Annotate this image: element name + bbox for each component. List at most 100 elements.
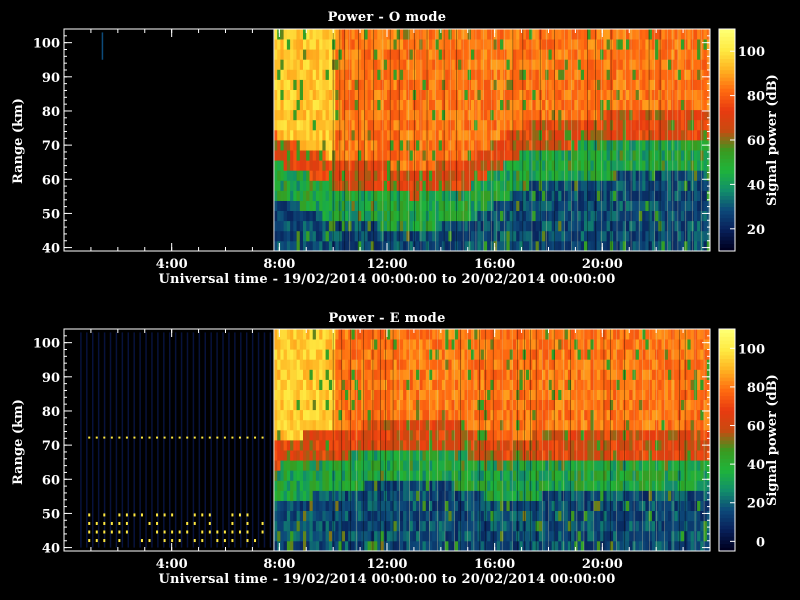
heatmap-cell [403, 540, 407, 552]
heatmap-cell [309, 399, 314, 411]
heatmap-cell [374, 29, 378, 40]
heatmap-cell [674, 150, 679, 161]
heatmap-cell [335, 200, 339, 211]
heatmap-cell [277, 490, 281, 501]
heatmap-cell [522, 59, 527, 70]
y-tick-label: 90 [42, 71, 60, 86]
heatmap-cell [328, 210, 333, 222]
heatmap-cell [500, 419, 504, 431]
heatmap-cell [429, 89, 433, 100]
heatmap-cell [422, 210, 427, 222]
heatmap-cell [500, 389, 504, 400]
heatmap-cell [619, 180, 624, 191]
heatmap-cell [283, 419, 288, 431]
heatmap-cell [377, 39, 381, 50]
heatmap-cell [341, 460, 346, 471]
heatmap-cell [564, 140, 569, 151]
heatmap-cell [354, 59, 359, 70]
heatmap-cell [668, 109, 672, 121]
heatmap-cell [377, 89, 381, 100]
heatmap-cell [513, 460, 517, 471]
colorbar-segment [719, 84, 735, 89]
heatmap-cell [377, 69, 381, 80]
heatmap-cell [425, 369, 430, 380]
heatmap-cell [603, 240, 607, 252]
heatmap-cell [351, 109, 356, 121]
heatmap-cell [319, 399, 323, 411]
heatmap-cell [600, 129, 604, 141]
heatmap-cell [338, 59, 343, 70]
heatmap-cell [383, 49, 388, 60]
heatmap-cell [590, 29, 595, 40]
heatmap-cell [309, 450, 314, 461]
heatmap-cell [367, 429, 372, 441]
heatmap-cell [490, 119, 494, 131]
heatmap-cell [626, 89, 630, 100]
heatmap-cell [490, 240, 494, 252]
heatmap-cell [500, 170, 504, 181]
heatmap-cell [412, 389, 417, 400]
heatmap-cell [480, 409, 485, 421]
heatmap-cell [522, 89, 527, 100]
heatmap-cell [406, 89, 410, 100]
heatmap-cell [393, 89, 398, 100]
heatmap-cell [283, 79, 288, 90]
heatmap-cell [464, 69, 469, 80]
heatmap-cell [403, 59, 407, 70]
heatmap-cell [461, 369, 465, 380]
heatmap-cell [312, 500, 317, 511]
heatmap-cell [567, 39, 572, 50]
heatmap-cell [700, 230, 704, 242]
heatmap-cell [341, 369, 346, 380]
heatmap-cell [293, 339, 297, 350]
heatmap-cell [341, 389, 346, 400]
heatmap-cell [564, 69, 569, 80]
heatmap-cell [293, 460, 297, 471]
heatmap-cell [635, 129, 640, 141]
heatmap-cell [406, 220, 410, 232]
heatmap-cell [325, 109, 330, 121]
heatmap-cell [500, 450, 504, 461]
heatmap-cell [668, 160, 672, 171]
heatmap-cell [332, 470, 336, 481]
heatmap-cell [383, 220, 388, 232]
heatmap-cell [290, 230, 294, 242]
heatmap-cell [467, 460, 472, 471]
heatmap-cell [312, 440, 317, 451]
heatmap-cell [645, 79, 649, 90]
heatmap-cell [464, 49, 469, 60]
heatmap-cell [661, 129, 666, 141]
heatmap-cell [483, 180, 488, 191]
heatmap-cell [306, 140, 310, 151]
heatmap-cell [306, 150, 310, 161]
heatmap-cell [487, 369, 491, 380]
heatmap-cell [319, 129, 323, 141]
heatmap-cell [332, 399, 336, 411]
heatmap-cell [532, 230, 536, 242]
heatmap-cell [461, 530, 465, 542]
heatmap-cell [312, 89, 317, 100]
heatmap-cell [509, 540, 514, 552]
heatmap-cell [555, 129, 559, 141]
heatmap-cell [374, 389, 378, 400]
heatmap-cell [545, 190, 549, 201]
colorbar-segment [719, 29, 735, 34]
heatmap-cell [290, 180, 294, 191]
heatmap-cell [580, 240, 585, 252]
heatmap-cell [322, 359, 326, 370]
heatmap-cell [293, 59, 297, 70]
heatmap-cell [341, 510, 346, 522]
heatmap-cell [567, 109, 572, 121]
heatmap-cell [296, 140, 301, 151]
heatmap-cell [432, 329, 436, 340]
heatmap-cell [403, 39, 407, 50]
heatmap-cell [412, 500, 417, 511]
heatmap-cell [322, 379, 326, 390]
heatmap-cell [303, 470, 307, 481]
heatmap-cell [477, 200, 481, 211]
heatmap-cell [584, 39, 588, 50]
heatmap-cell [590, 150, 595, 161]
heatmap-cell [396, 160, 401, 171]
heatmap-cell [574, 240, 578, 252]
heatmap-cell [525, 369, 530, 380]
